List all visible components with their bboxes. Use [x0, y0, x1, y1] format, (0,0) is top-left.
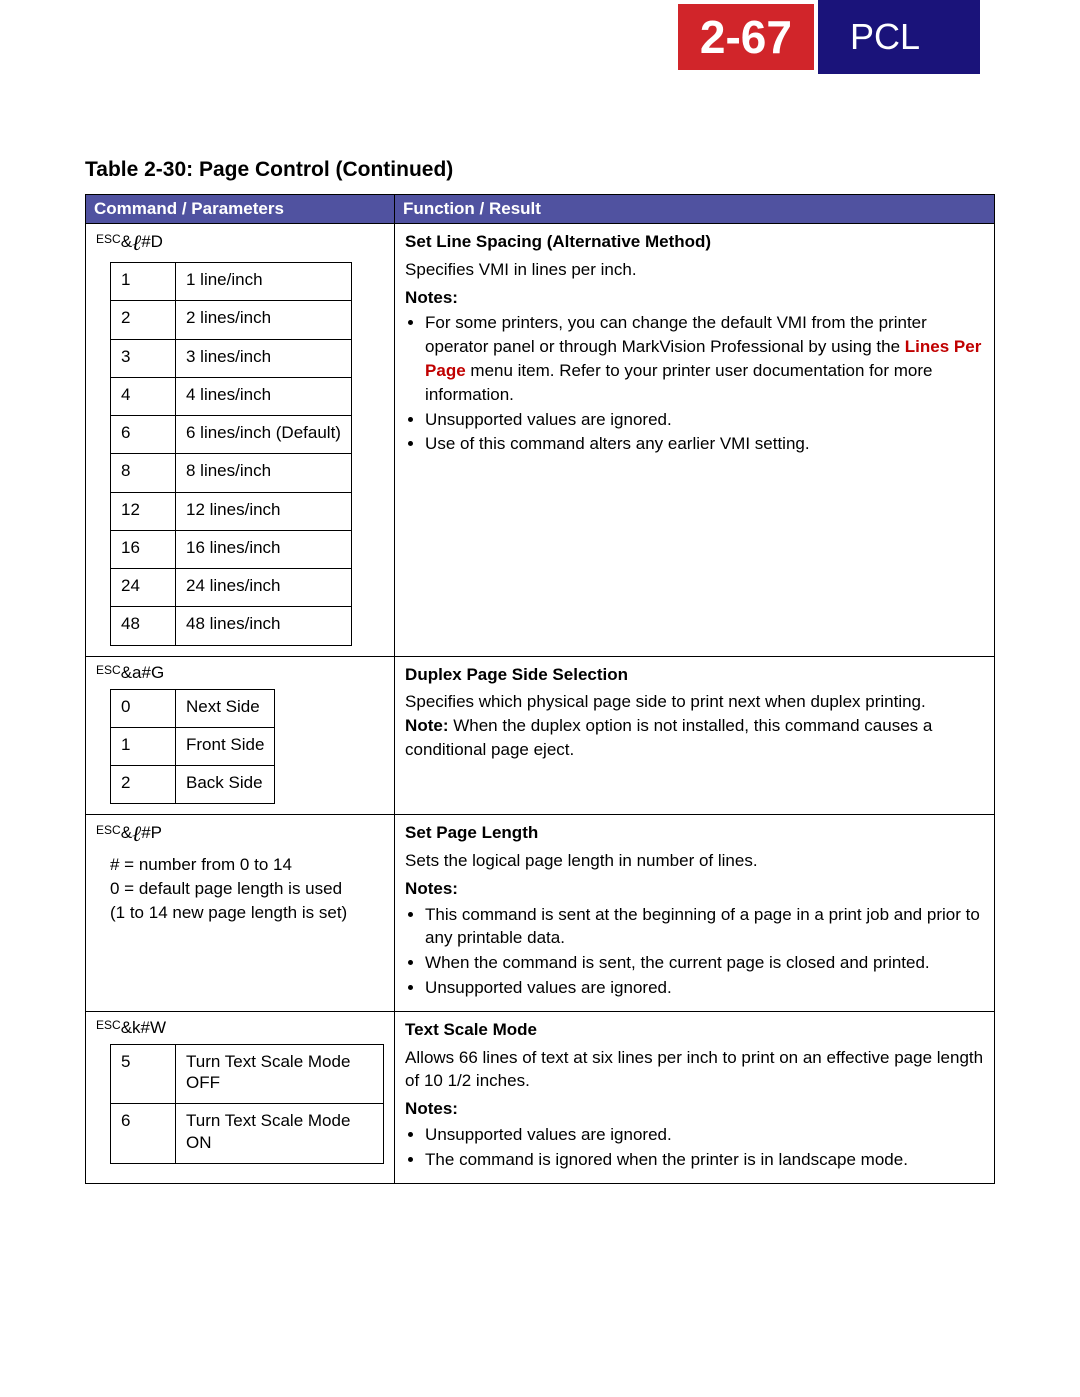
notes-label: Notes:: [405, 286, 984, 310]
function-note: Note: When the duplex option is not inst…: [405, 714, 984, 762]
function-desc: Specifies VMI in lines per inch.: [405, 258, 984, 282]
command-code: ESC&ℓ#P: [96, 823, 162, 842]
page-number-box: 2-67: [674, 0, 818, 74]
function-desc: Specifies which physical page side to pr…: [405, 690, 984, 714]
command-code: ESC&ℓ#D: [96, 232, 163, 251]
page-control-table: Command / Parameters Function / Result E…: [85, 194, 995, 1184]
col-header-function: Function / Result: [395, 195, 995, 224]
section-box: PCL: [818, 0, 980, 74]
table-row: ESC&ℓ#P # = number from 0 to 14 0 = defa…: [86, 815, 995, 1012]
notes-list: This command is sent at the beginning of…: [405, 903, 984, 1000]
notes-label: Notes:: [405, 877, 984, 901]
function-desc: Allows 66 lines of text at six lines per…: [405, 1046, 984, 1094]
notes-label: Notes:: [405, 1097, 984, 1121]
table-row: ESC&k#W 5Turn Text Scale Mode OFF 6Turn …: [86, 1011, 995, 1183]
notes-list: Unsupported values are ignored. The comm…: [405, 1123, 984, 1172]
function-desc: Sets the logical page length in number o…: [405, 849, 984, 873]
param-list: 5Turn Text Scale Mode OFF 6Turn Text Sca…: [110, 1044, 384, 1164]
table-row: ESC&a#G 0Next Side 1Front Side 2Back Sid…: [86, 656, 995, 815]
function-title: Text Scale Mode: [405, 1018, 984, 1042]
col-header-command: Command / Parameters: [86, 195, 395, 224]
page-header: 2-67 PCL: [674, 0, 980, 74]
table-title: Table 2-30: Page Control (Continued): [85, 158, 995, 182]
table-row: ESC&ℓ#D 11 line/inch 22 lines/inch 33 li…: [86, 224, 995, 657]
notes-list: For some printers, you can change the de…: [405, 311, 984, 456]
function-title: Set Page Length: [405, 821, 984, 845]
function-title: Duplex Page Side Selection: [405, 663, 984, 687]
param-text: # = number from 0 to 14 0 = default page…: [110, 853, 384, 924]
param-list: 11 line/inch 22 lines/inch 33 lines/inch…: [110, 262, 352, 646]
function-title: Set Line Spacing (Alternative Method): [405, 230, 984, 254]
command-code: ESC&k#W: [96, 1018, 166, 1037]
param-list: 0Next Side 1Front Side 2Back Side: [110, 689, 275, 805]
command-code: ESC&a#G: [96, 663, 164, 682]
